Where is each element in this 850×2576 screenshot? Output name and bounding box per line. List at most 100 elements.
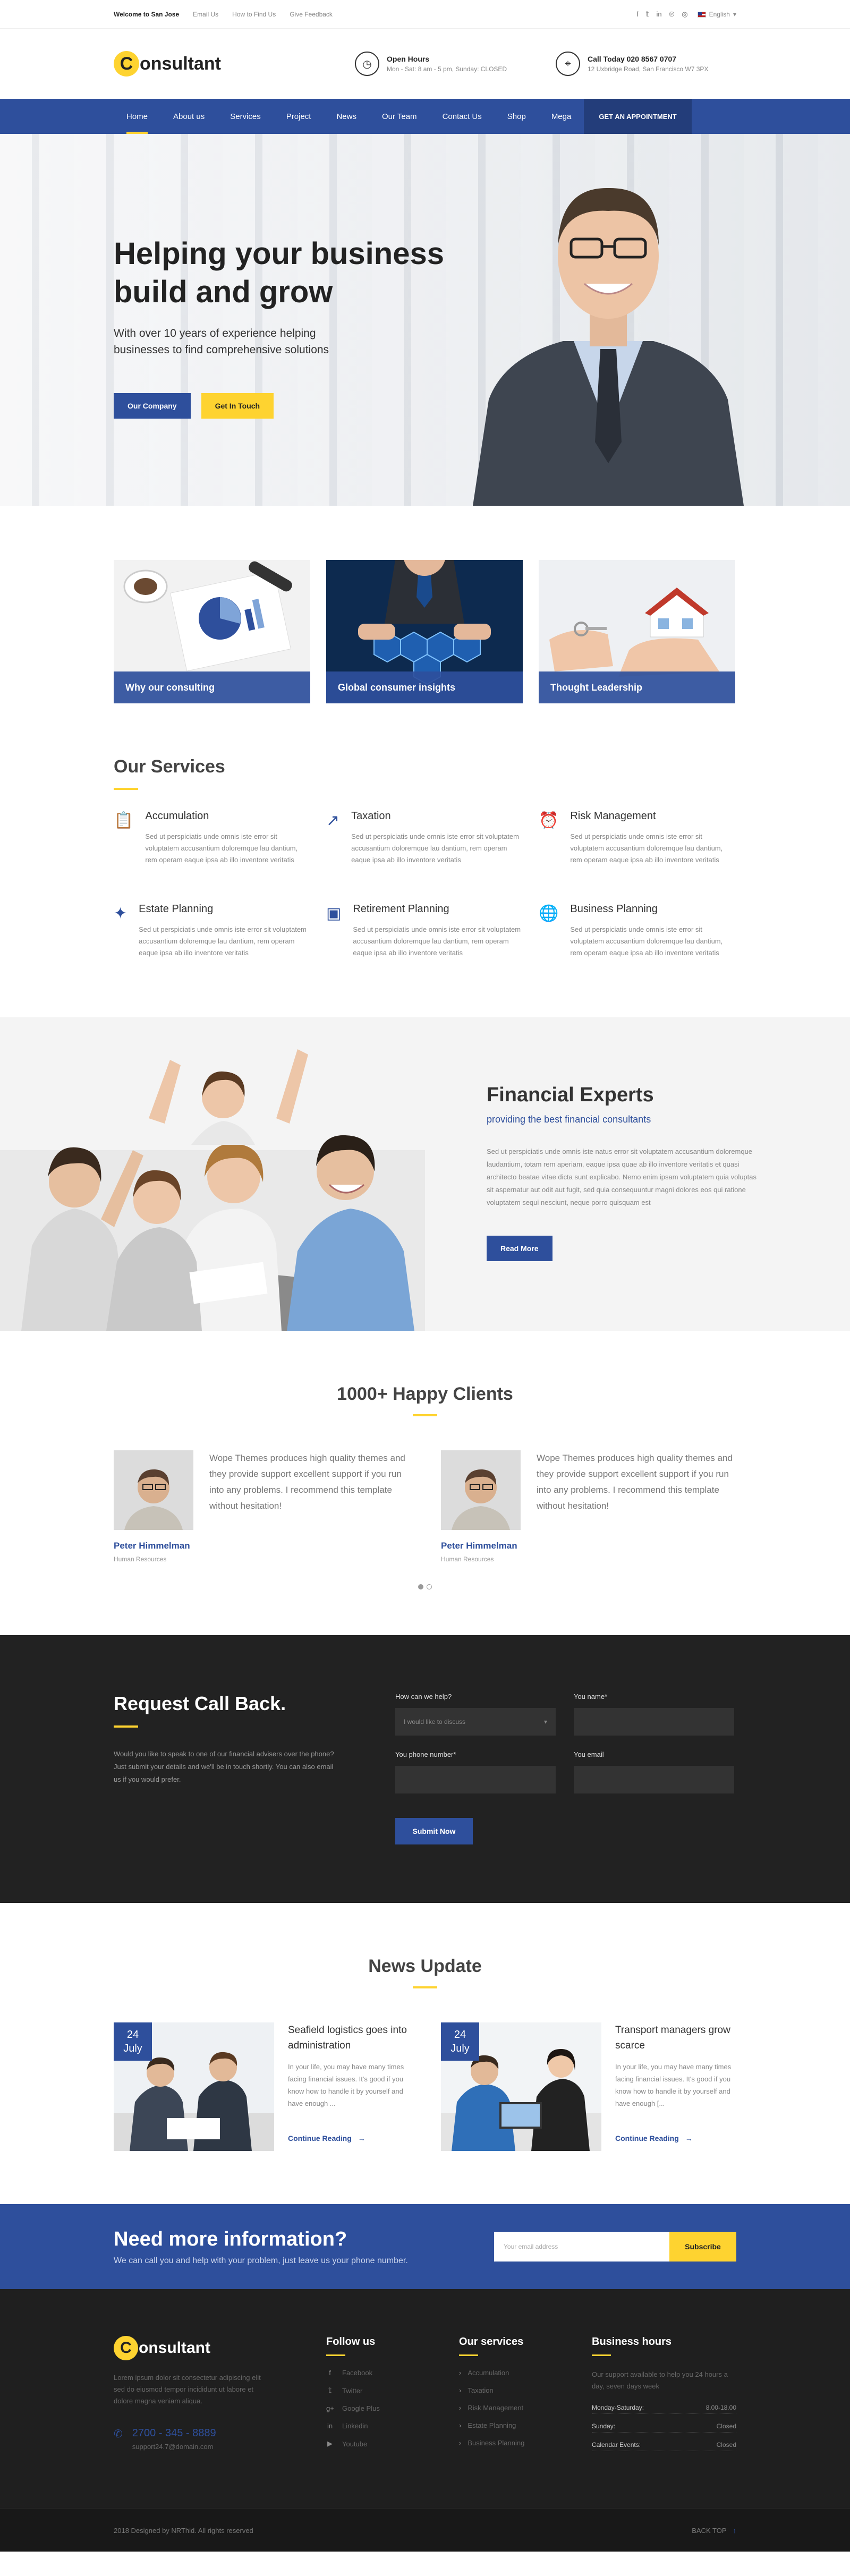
name-input[interactable] [574,1708,734,1736]
back-to-top-button[interactable]: BACK TOP ↑ [692,2527,736,2535]
news-day: 24 [126,2029,139,2041]
logo[interactable]: C onsultant [114,51,221,76]
email-us-link[interactable]: Email Us [193,11,218,18]
follow-label: Linkedin [342,2422,368,2430]
client-role: Human Resources [114,1555,167,1563]
testimonial-card: Wope Themes produces high quality themes… [441,1450,736,1563]
service-item[interactable]: ↗ Taxation Sed ut perspiciatis unde omni… [326,810,523,866]
service-item[interactable]: 📋 Accumulation Sed ut perspiciatis unde … [114,810,310,866]
title-underline [413,1414,437,1416]
follow-twitter[interactable]: 𝕥 Twitter [326,2386,459,2395]
call-box: ⌖ Call Today 020 8567 0707 12 Uxbridge R… [556,52,736,76]
copyright-text: 2018 Designed by NRThid. All rights rese… [114,2526,253,2535]
service-item[interactable]: ✦ Estate Planning Sed ut perspiciatis un… [114,903,310,959]
appointment-button[interactable]: GET AN APPOINTMENT [584,99,692,134]
service-text: Sed ut perspiciatis unde omnis iste erro… [139,925,307,957]
email-input[interactable] [574,1766,734,1793]
our-company-button[interactable]: Our Company [114,393,191,419]
nav-services[interactable]: Services [217,99,274,134]
chevron-down-icon: ▾ [733,11,736,18]
news-month: July [450,2043,470,2054]
nav-team[interactable]: Our Team [369,99,430,134]
footer-service-link[interactable]: Taxation [459,2386,592,2394]
feature-label: Why our consulting [114,671,310,703]
arrow-right-icon: → [685,2134,693,2143]
hours-text: Mon - Sat: 8 am - 5 pm, Sunday: CLOSED [387,65,507,73]
nav-about[interactable]: About us [160,99,217,134]
callback-form: How can we help? I would like to discuss… [395,1693,734,1844]
feature-card-leadership[interactable]: Thought Leadership [539,560,735,703]
footer-email[interactable]: support24.7@domain.com [132,2443,216,2451]
footer-service-link[interactable]: Estate Planning [459,2421,592,2429]
submit-button[interactable]: Submit Now [395,1818,473,1844]
hours-row: Monday-Saturday: 8.00-18.00 [592,2404,736,2414]
nav-home[interactable]: Home [114,99,160,134]
follow-google-plus[interactable]: g+ Google Plus [326,2404,459,2412]
footer-service-link[interactable]: Accumulation [459,2369,592,2377]
footer-logo[interactable]: C onsultant [114,2336,326,2360]
read-more-button[interactable]: Read More [487,1236,552,1261]
footer: C onsultant Lorem ipsum dolor sit consec… [0,2289,850,2508]
testimonial-quote: Wope Themes produces high quality themes… [537,1453,733,1511]
nav-shop[interactable]: Shop [495,99,539,134]
experts-text: Sed ut perspiciatis unde omnis iste natu… [487,1147,757,1206]
news-day: 24 [454,2029,466,2041]
google-plus-icon: g+ [326,2404,334,2412]
hours-day: Sunday: [592,2422,616,2430]
title-underline [459,2354,478,2356]
nav-project[interactable]: Project [274,99,324,134]
service-title: Estate Planning [139,903,214,915]
services-title: Our Services [114,756,225,777]
footer-phone[interactable]: 2700 - 345 - 8889 [132,2427,216,2439]
alarm-clock-icon: ⏰ [539,812,559,829]
get-in-touch-button[interactable]: Get In Touch [201,393,274,419]
youtube-icon: ▶ [327,2439,333,2447]
feedback-link[interactable]: Give Feedback [290,11,333,18]
carousel-dot[interactable] [418,1584,423,1589]
footer-service-link[interactable]: Risk Management [459,2404,592,2412]
chevron-down-icon: ▾ [543,1718,547,1725]
help-select[interactable]: I would like to discuss ▾ [395,1708,556,1736]
logo-initial: C [114,2336,138,2360]
pinterest-icon[interactable]: ℗ [669,10,675,19]
language-selector[interactable]: English ▾ [697,11,736,18]
arrow-right-icon: → [358,2134,366,2143]
newsletter-email-input[interactable]: Your email address [494,2232,669,2262]
feature-label: Global consumer insights [326,671,523,703]
service-item[interactable]: ▣ Retirement Planning Sed ut perspiciati… [326,903,523,959]
clients-title: 1000+ Happy Clients [337,1384,513,1404]
continue-reading-link[interactable]: Continue Reading → [615,2134,736,2143]
linkedin-icon[interactable]: in [657,10,662,19]
follow-linkedin[interactable]: in Linkedin [326,2422,459,2430]
news-title-link[interactable]: Seafield logistics goes into administrat… [288,2022,409,2053]
title-underline [413,1986,437,1988]
clock-icon: ◷ [355,52,379,76]
nav-news[interactable]: News [324,99,369,134]
service-item[interactable]: 🌐 Business Planning Sed ut perspiciatis … [539,903,735,959]
subscribe-button[interactable]: Subscribe [669,2232,736,2262]
footer-service-link[interactable]: Business Planning [459,2439,592,2447]
title-underline [114,788,138,790]
service-item[interactable]: ⏰ Risk Management Sed ut perspiciatis un… [539,810,735,866]
nav-mega[interactable]: Mega [539,99,584,134]
feature-card-insights[interactable]: Global consumer insights [326,560,523,703]
facebook-icon[interactable]: f [636,10,639,19]
instagram-icon[interactable]: ◎ [682,10,687,19]
phone-input[interactable] [395,1766,556,1793]
name-label: You name* [574,1693,608,1701]
nav-contact[interactable]: Contact Us [430,99,495,134]
team-celebrating-image [0,1017,425,1331]
title-underline [326,2354,345,2356]
back-top-label: BACK TOP [692,2526,727,2535]
news-title-link[interactable]: Transport managers grow scarce [615,2022,736,2053]
globe-icon: 🌐 [539,905,559,922]
continue-reading-link[interactable]: Continue Reading → [288,2134,409,2143]
twitter-icon[interactable]: 𝕥 [645,10,649,19]
twitter-icon: 𝕥 [328,2386,332,2394]
feature-card-consulting[interactable]: Why our consulting [114,560,310,703]
follow-youtube[interactable]: ▶ Youtube [326,2439,459,2448]
carousel-dot[interactable] [427,1584,432,1589]
follow-label: Youtube [342,2439,368,2448]
find-us-link[interactable]: How to Find Us [232,11,276,18]
follow-facebook[interactable]: f Facebook [326,2369,459,2377]
